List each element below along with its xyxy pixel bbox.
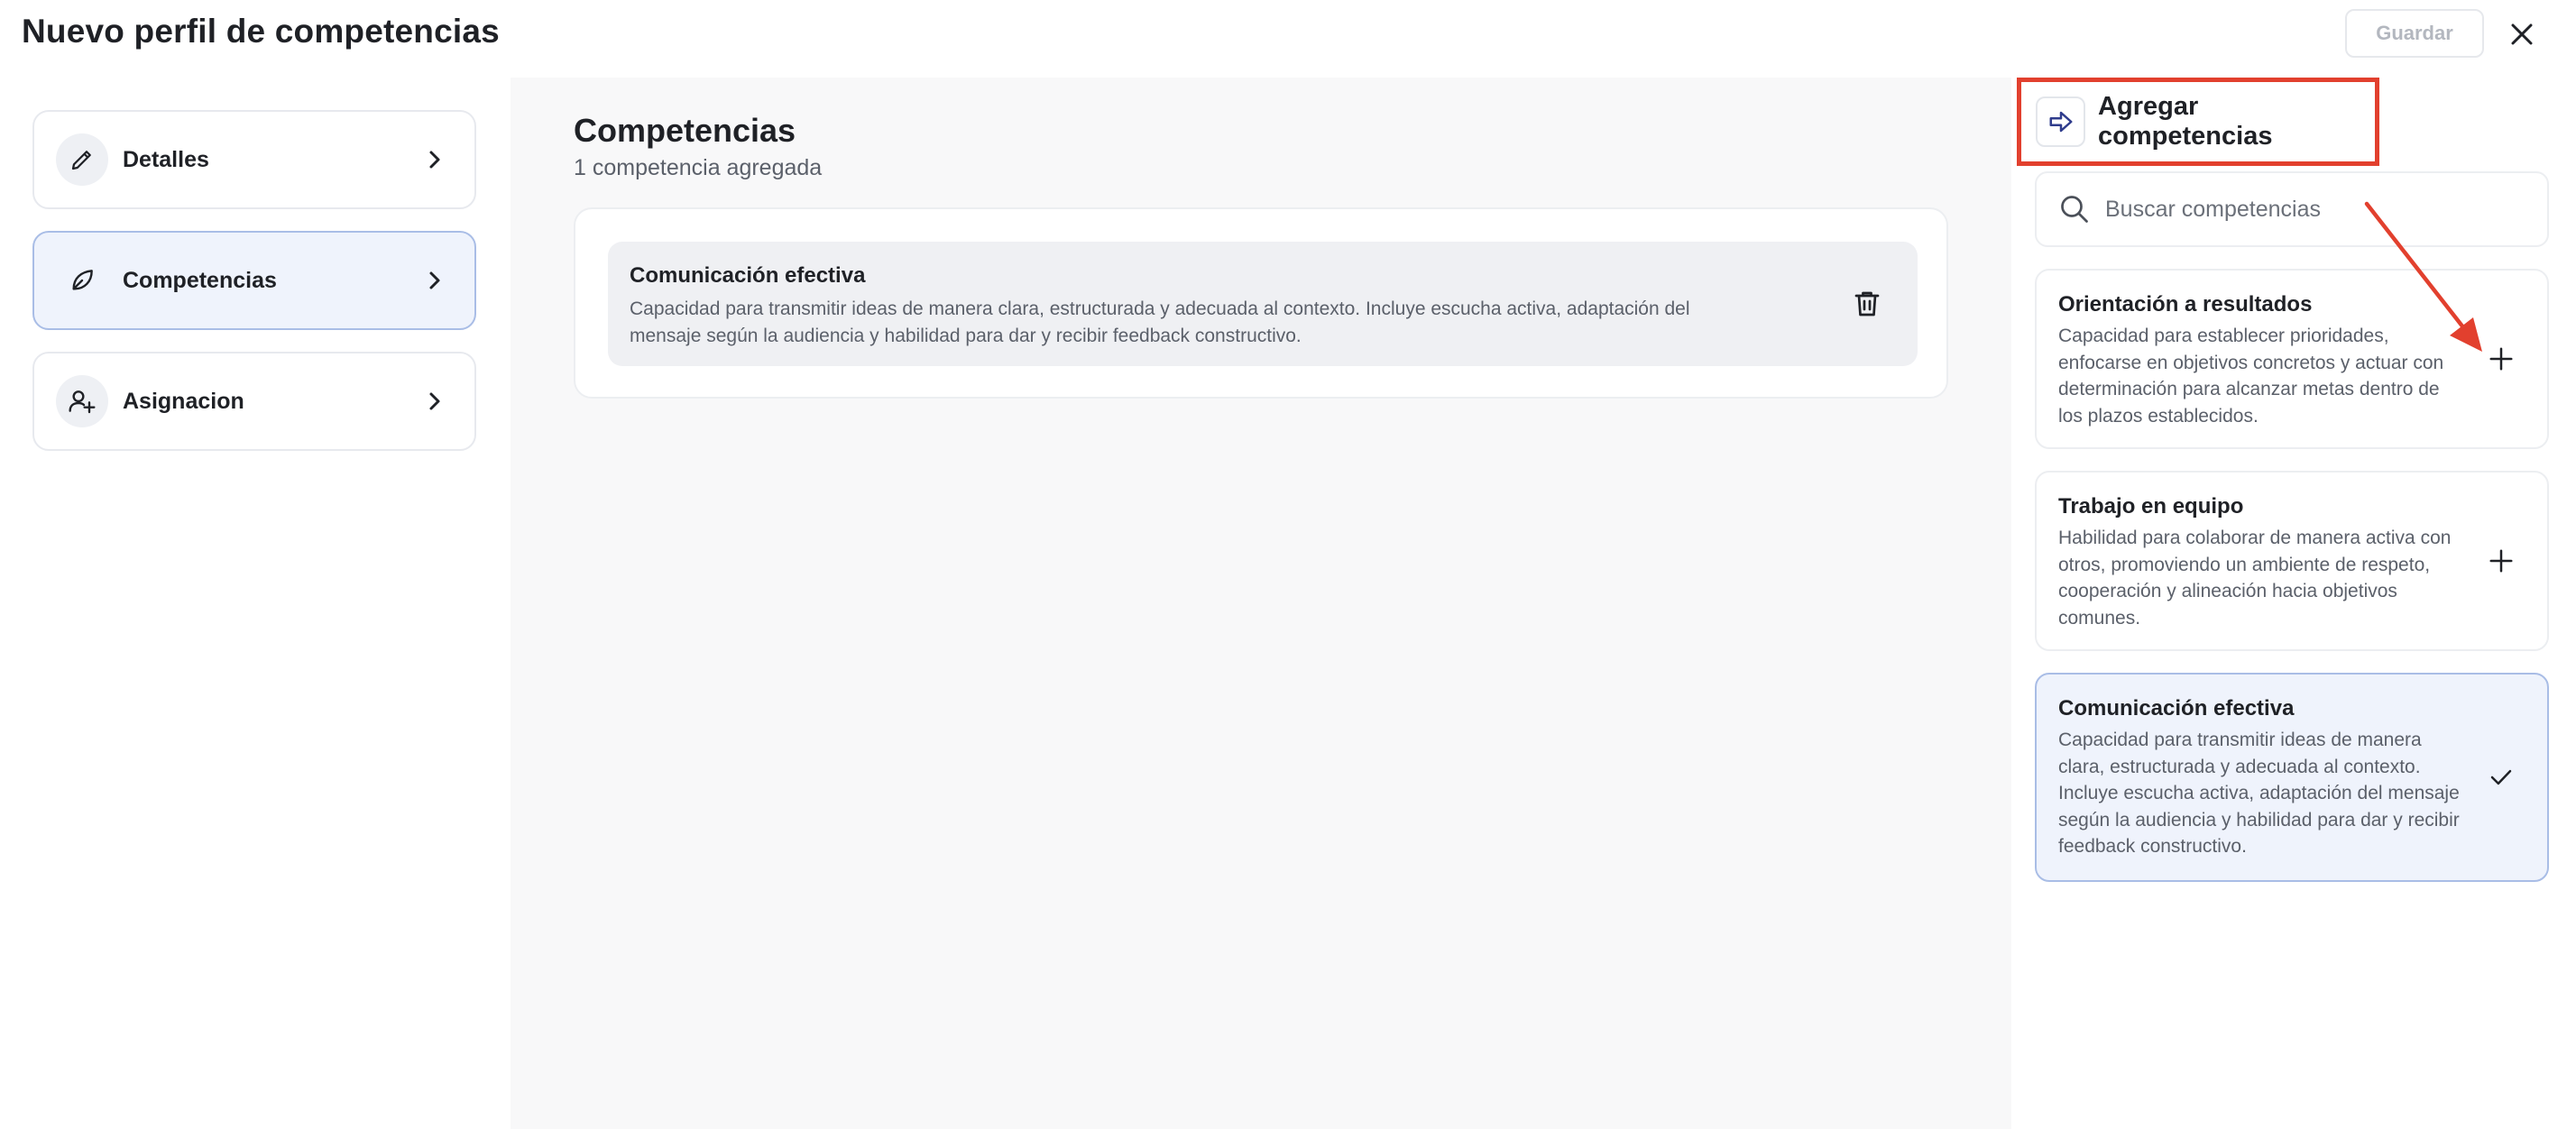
search-box[interactable] bbox=[2035, 171, 2549, 247]
chevron-right-icon bbox=[422, 389, 447, 414]
competency-option-selected[interactable]: Comunicación efectiva Capacidad para tra… bbox=[2035, 673, 2549, 882]
section-subtitle: 1 competencia agregada bbox=[574, 155, 823, 180]
pencil-icon bbox=[56, 133, 108, 186]
save-button[interactable]: Guardar bbox=[2345, 9, 2484, 58]
add-competencies-title: Agregar competencias bbox=[2098, 92, 2273, 151]
check-icon[interactable] bbox=[2488, 764, 2515, 791]
added-competencies-list: Comunicación efectiva Capacidad para tra… bbox=[574, 207, 1948, 399]
nav-item-competencias[interactable]: Competencias bbox=[32, 231, 476, 330]
competency-description: Habilidad para colaborar de manera activ… bbox=[2058, 528, 2452, 629]
competency-description: Capacidad para transmitir ideas de maner… bbox=[630, 298, 1690, 346]
nav-item-detalles[interactable]: Detalles bbox=[32, 110, 476, 209]
plus-icon[interactable] bbox=[2488, 547, 2515, 574]
trash-icon[interactable] bbox=[1851, 287, 1883, 321]
competency-description: Capacidad para transmitir ideas de maner… bbox=[2058, 730, 2460, 857]
chevron-right-icon bbox=[422, 268, 447, 293]
section-title: Competencias bbox=[574, 112, 796, 149]
chevron-right-icon bbox=[422, 147, 447, 172]
nav-item-label: Detalles bbox=[123, 146, 209, 172]
arrow-right-icon[interactable] bbox=[2036, 96, 2086, 147]
competency-description: Capacidad para establecer prioridades, e… bbox=[2058, 326, 2444, 427]
nav-item-label: Asignacion bbox=[123, 388, 244, 414]
nav-item-asignacion[interactable]: Asignacion bbox=[32, 352, 476, 451]
plus-icon[interactable] bbox=[2488, 345, 2515, 372]
competency-name: Orientación a resultados bbox=[2058, 292, 2313, 317]
page-title: Nuevo perfil de competencias bbox=[22, 13, 500, 50]
competency-option[interactable]: Orientación a resultados Capacidad para … bbox=[2035, 269, 2549, 449]
search-input[interactable] bbox=[2103, 195, 2504, 224]
competencias-panel: Competencias 1 competencia agregada Comu… bbox=[511, 78, 2011, 1129]
competency-option[interactable]: Trabajo en equipo Habilidad para colabor… bbox=[2035, 471, 2549, 651]
leaf-icon bbox=[56, 254, 108, 307]
add-competencies-header: Agregar competencias bbox=[2017, 78, 2379, 166]
competency-name: Comunicación efectiva bbox=[630, 263, 866, 288]
search-icon bbox=[2061, 196, 2088, 223]
competency-name: Trabajo en equipo bbox=[2058, 494, 2244, 519]
user-add-icon bbox=[56, 375, 108, 427]
close-icon[interactable] bbox=[2504, 16, 2540, 52]
added-competency-card: Comunicación efectiva Capacidad para tra… bbox=[608, 242, 1918, 366]
nav-item-label: Competencias bbox=[123, 267, 277, 293]
competency-name: Comunicación efectiva bbox=[2058, 696, 2295, 721]
